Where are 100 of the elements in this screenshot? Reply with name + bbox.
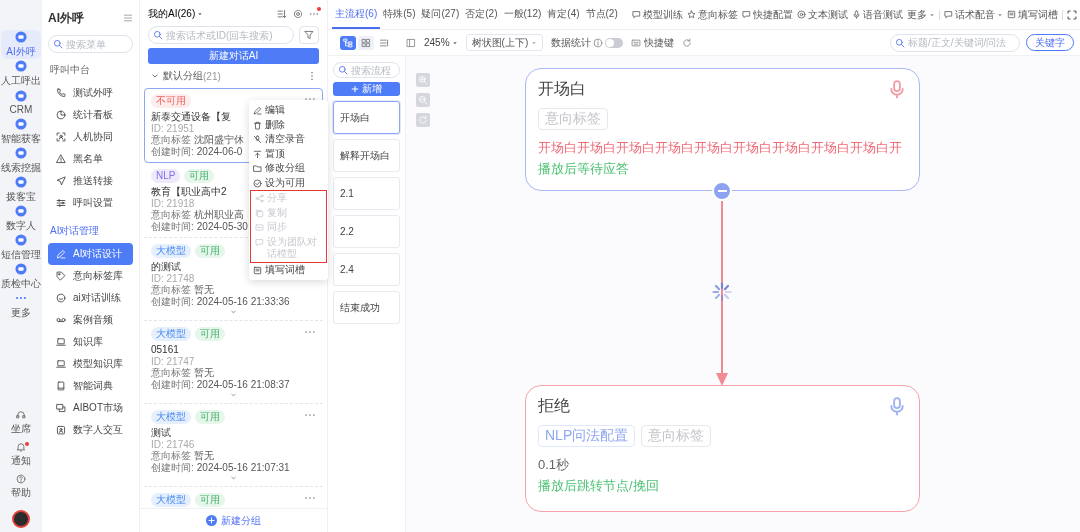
refresh-icon[interactable] — [682, 37, 693, 48]
app-icon — [15, 30, 27, 43]
sliders-icon — [56, 198, 66, 208]
nav-item[interactable]: 统计看板 — [48, 104, 133, 126]
send-icon — [56, 176, 66, 186]
sort-icon[interactable] — [277, 9, 287, 19]
flow-item[interactable]: 2.1 — [333, 177, 400, 210]
keyword-button[interactable]: 关键字 — [1026, 34, 1074, 51]
card-title: 教育【职业高中2 — [151, 185, 227, 198]
copy-icon — [255, 208, 264, 218]
toolbar-button[interactable]: 填写词槽 — [1007, 7, 1058, 22]
laptop-icon — [56, 337, 66, 347]
rail-item[interactable]: 通知 — [1, 440, 41, 469]
toolbar-button[interactable]: 意向标签 — [687, 7, 738, 22]
menu-icon[interactable] — [123, 13, 133, 23]
rail-item[interactable]: AI外呼 — [1, 30, 41, 59]
rail-item[interactable]: 坐席 — [1, 408, 41, 437]
ai-card[interactable]: 大模型 可用 测试 ID: 21746 意向标签 暂无 创建时间: 2024-05-16 21:07:31 — [144, 404, 323, 487]
list-selector[interactable]: 我的AI(26) — [148, 7, 204, 21]
add-flow-button[interactable]: 新增 — [333, 82, 400, 96]
nav-item[interactable]: 数字人交互 — [48, 419, 133, 441]
status-tag: NLP — [151, 169, 181, 183]
status-tag: 不可用 — [151, 94, 191, 108]
flow-item[interactable]: 开场白 — [333, 101, 400, 134]
tab[interactable]: 节点(2) — [582, 0, 621, 29]
search-field[interactable]: 搜索话术或ID(回车搜索) — [148, 26, 294, 44]
tab[interactable]: 否定(2) — [462, 0, 501, 29]
nav-item[interactable]: AIBOT市场 — [48, 397, 133, 419]
rail-item[interactable]: 帮助 — [1, 472, 41, 501]
nav-item[interactable]: 人机协同 — [48, 126, 133, 148]
rail-item[interactable]: 数字人 — [1, 204, 41, 233]
reset-button[interactable] — [416, 113, 430, 127]
zoom-in-button[interactable] — [416, 73, 430, 87]
toolbar-button[interactable]: 语音测试 — [852, 7, 903, 22]
toolbar-button[interactable]: 模型训练 — [632, 7, 683, 22]
tab[interactable]: 疑问(27) — [418, 0, 463, 29]
flow-node[interactable]: 开场白 意向标签 开场白开场白开场白开场白开场白开场白开场白开场白开场白开 播放后等待应答 — [525, 68, 920, 191]
new-ai-button[interactable]: 新建对话AI — [148, 48, 319, 64]
nav-item[interactable]: 模型知识库 — [48, 353, 133, 375]
rail-item[interactable]: 智能获客 — [1, 117, 41, 146]
nav-item[interactable]: 意向标签库 — [48, 265, 133, 287]
rail-item[interactable]: CRM — [1, 88, 41, 117]
filter-button[interactable] — [299, 26, 319, 44]
toolbar-button[interactable]: 文本测试 — [797, 7, 848, 22]
search-field[interactable]: 搜索菜单 — [48, 35, 133, 53]
rail-item[interactable]: 更多 — [1, 291, 41, 320]
rail-item[interactable]: 人工呼出 — [1, 59, 41, 88]
rail-item[interactable]: 拨客宝 — [1, 175, 41, 204]
rail-item[interactable]: 短信管理 — [1, 233, 41, 262]
nav-item[interactable]: ai对话训练 — [48, 287, 133, 309]
layout-select[interactable]: 树状图(上下) — [465, 34, 544, 51]
flow-item[interactable]: 解释开场白 — [333, 139, 400, 172]
caret-icon — [929, 11, 935, 18]
avatar[interactable] — [12, 510, 30, 528]
stats-switch[interactable] — [605, 37, 624, 48]
tab[interactable]: 主流程(6) — [332, 0, 381, 29]
zoom-select[interactable]: 245% — [424, 37, 458, 48]
flow-item[interactable]: 结束成功 — [333, 291, 400, 324]
chevron-icon[interactable] — [229, 391, 238, 399]
nav-item[interactable]: 黑名单 — [48, 148, 133, 170]
add-group-button[interactable]: 新建分组 — [206, 513, 261, 528]
nav-item[interactable]: 呼叫设置 — [48, 192, 133, 214]
card-id: ID: 21747 — [151, 356, 195, 367]
ai-card[interactable]: 大模型 可用 05161 ID: 21747 意向标签 暂无 创建时间: 2024-05-16 21:08:37 — [144, 321, 323, 404]
settings-icon[interactable] — [293, 9, 303, 19]
mic-icon[interactable] — [887, 396, 907, 416]
group-header[interactable]: 默认分组 — [150, 69, 203, 83]
tab[interactable]: 一般(12) — [500, 0, 545, 29]
scan-icon — [56, 132, 66, 142]
status-tag: 可用 — [195, 493, 225, 507]
shortcut-button[interactable]: 快捷键 — [631, 35, 675, 50]
nav-item[interactable]: 知识库 — [48, 331, 133, 353]
nav-item[interactable]: 推送转接 — [48, 170, 133, 192]
toolbar-button[interactable]: 话术配音 — [944, 7, 1003, 22]
nav-item[interactable]: 案例音频 — [48, 309, 133, 331]
mic-icon[interactable] — [887, 79, 907, 99]
flow-item[interactable]: 2.4 — [333, 253, 400, 286]
search-field[interactable]: 搜索流程 — [333, 62, 400, 78]
chevron-icon[interactable] — [229, 308, 238, 316]
flow-item[interactable]: 2.2 — [333, 215, 400, 248]
toolbar-button[interactable]: 更多 — [907, 7, 935, 22]
panel-icon[interactable] — [406, 37, 416, 48]
view-toggle[interactable] — [358, 35, 374, 50]
nav-item[interactable]: AI对话设计 — [48, 243, 133, 265]
flow-node[interactable]: 拒绝 NLP问法配置 意向标签 0.1秒 播放后跳转节点/挽回 — [525, 385, 920, 512]
rail-item[interactable]: 线索挖掘 — [1, 146, 41, 175]
search-field[interactable]: 标题/正文/关键词/问法 — [890, 33, 1020, 52]
chevron-icon[interactable] — [229, 474, 238, 482]
fullscreen-icon[interactable] — [1067, 9, 1077, 20]
tab[interactable]: 肯定(4) — [544, 0, 583, 29]
view-toggle[interactable] — [340, 35, 356, 50]
rail-item[interactable]: 质检中心 — [1, 262, 41, 291]
collapse-button[interactable] — [712, 181, 732, 201]
app-icon — [15, 175, 27, 188]
tab[interactable]: 特殊(5) — [380, 0, 419, 29]
card-title: 05161 — [151, 343, 179, 356]
nav-item[interactable]: 测试外呼 — [48, 82, 133, 104]
toolbar-button[interactable]: 快捷配置 — [742, 7, 793, 22]
zoom-out-button[interactable] — [416, 93, 430, 107]
nav-item[interactable]: 智能词典 — [48, 375, 133, 397]
